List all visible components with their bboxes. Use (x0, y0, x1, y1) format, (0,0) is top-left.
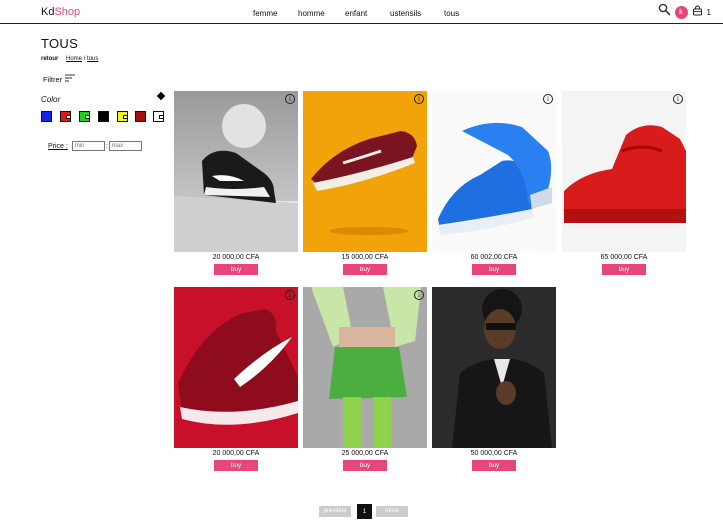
info-icon[interactable]: i (414, 94, 424, 104)
info-icon[interactable]: i (673, 94, 683, 104)
pagination: previous 1 more (319, 504, 419, 519)
buy-button[interactable]: buy (214, 264, 258, 275)
cart-icon[interactable] (692, 3, 703, 21)
product-price: 50 000,00 CFA (470, 450, 518, 457)
breadcrumb-home[interactable]: Home (66, 56, 82, 62)
color-swatch-darkred[interactable] (135, 111, 146, 122)
collapse-diamond-icon[interactable] (156, 91, 166, 101)
color-swatch-white[interactable] (153, 111, 164, 122)
header: KdShop femme homme enfant ustensils tous… (0, 0, 723, 24)
product-price: 20 000,00 CFA (212, 450, 260, 457)
price-max-input[interactable] (108, 141, 142, 151)
info-icon[interactable]: i (285, 290, 295, 300)
page-number-current[interactable]: 1 (357, 504, 372, 519)
product-image-outfit-green[interactable]: i (303, 287, 427, 448)
product-price: 65 000,00 CFA (600, 254, 648, 261)
buy-button[interactable]: buy (343, 460, 387, 471)
filter-lines-icon (65, 74, 76, 84)
nav-item-tous[interactable]: tous (444, 9, 459, 18)
color-swatch-yellow[interactable] (117, 111, 128, 122)
product-price: 20 000,00 CFA (212, 254, 260, 261)
product-image-sneaker-red-nike[interactable]: i (174, 287, 298, 448)
buy-button[interactable]: buy (472, 264, 516, 275)
buy-button[interactable]: buy (472, 460, 516, 471)
info-icon[interactable]: i (414, 290, 424, 300)
breadcrumb: retour Home / tous (41, 56, 98, 62)
product-image-shoes-blue[interactable]: i (432, 91, 556, 252)
price-label: Price : (48, 142, 68, 150)
nav-item-ustensils[interactable]: ustensils (390, 9, 421, 18)
color-swatch-red[interactable] (60, 111, 71, 122)
product-image-man-suit[interactable] (432, 287, 556, 448)
nav-item-homme[interactable]: homme (298, 9, 325, 18)
previous-page-button[interactable]: previous (319, 506, 351, 517)
nav-item-femme[interactable]: femme (253, 9, 277, 18)
product-image-sneaker-red-hightop[interactable]: i (562, 91, 686, 252)
cart-count: 1 (706, 7, 711, 17)
next-page-button[interactable]: more (376, 506, 408, 517)
filter-label: Filtrer (43, 74, 63, 84)
color-swatch-blue[interactable] (41, 111, 52, 122)
product-image-sneaker-bw[interactable]: i (174, 91, 298, 252)
page-title: TOUS (41, 36, 79, 51)
product-price: 60 002,00 CFA (470, 254, 518, 261)
buy-button[interactable]: buy (214, 460, 258, 471)
color-swatch-green[interactable] (79, 111, 90, 122)
breadcrumb-current[interactable]: tous (87, 56, 98, 62)
price-filter: Price : : (48, 141, 142, 151)
product-price: 15 000,00 CFA (341, 254, 389, 261)
back-link[interactable]: retour (41, 56, 58, 62)
buy-button[interactable]: buy (602, 264, 646, 275)
filter-button[interactable]: Filtrer (43, 74, 76, 84)
price-min-input[interactable] (71, 141, 105, 151)
buy-button[interactable]: buy (343, 264, 387, 275)
nav-item-enfant[interactable]: enfant (345, 9, 367, 18)
main-nav: femme homme enfant ustensils tous (0, 9, 723, 19)
avatar[interactable]: k (674, 5, 688, 19)
price-separator: : (105, 142, 108, 150)
info-icon[interactable]: i (285, 94, 295, 104)
breadcrumb-separator: / (83, 56, 86, 62)
color-swatches (41, 111, 166, 123)
color-swatch-black[interactable] (98, 111, 109, 122)
product-price: 25 000,00 CFA (341, 450, 389, 457)
color-filter-label: Color (41, 95, 61, 104)
header-icons: k 1 (658, 3, 711, 21)
search-icon[interactable] (658, 3, 671, 21)
product-image-sneaker-maroon[interactable]: i (303, 91, 427, 252)
info-icon[interactable]: i (543, 94, 553, 104)
